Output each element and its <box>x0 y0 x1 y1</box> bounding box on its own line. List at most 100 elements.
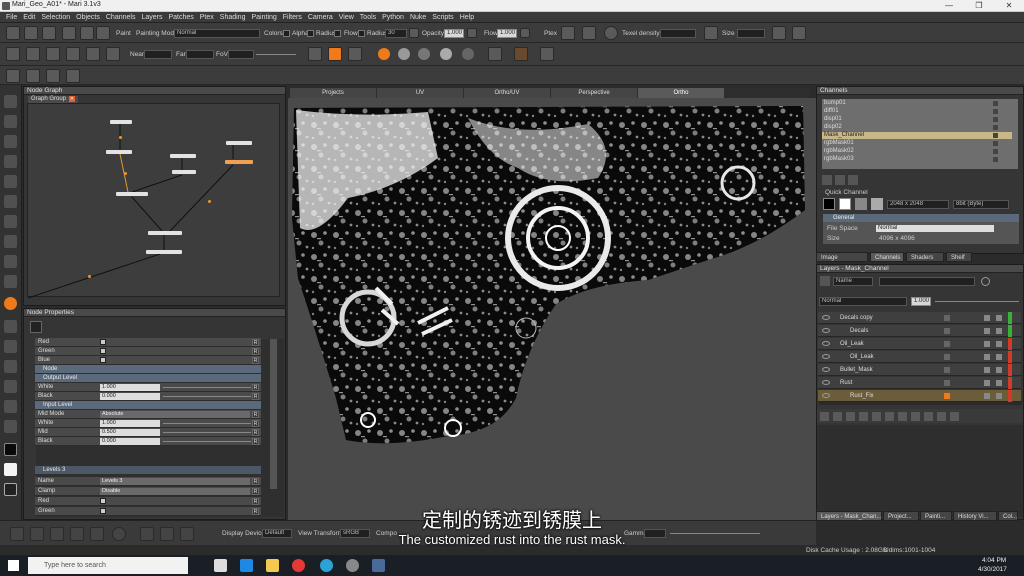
channel-resolution-select[interactable]: 2048 x 2048 <box>887 200 949 209</box>
reset-button[interactable]: R <box>252 429 259 436</box>
layer-action-icon[interactable] <box>924 412 933 421</box>
channel-lock-icon[interactable] <box>993 141 998 146</box>
opacity-pressure-icon[interactable] <box>467 28 477 38</box>
layer-action-icon[interactable] <box>937 412 946 421</box>
property-value-field[interactable]: 1.000 <box>100 384 160 391</box>
wireframe-icon[interactable] <box>488 47 502 61</box>
grid-icon[interactable] <box>46 47 60 61</box>
file-explorer-icon[interactable] <box>266 559 279 572</box>
menu-shading[interactable]: Shading <box>217 12 249 22</box>
reset-button[interactable]: R <box>252 384 259 391</box>
globe-icon[interactable] <box>604 26 618 40</box>
node-graph-canvas[interactable] <box>27 103 280 298</box>
layer-action-icon[interactable] <box>820 412 829 421</box>
alpha-checkbox[interactable] <box>307 30 314 37</box>
undo-icon[interactable] <box>80 26 94 40</box>
layer-lock-icon[interactable] <box>996 354 1002 360</box>
layer-opacity-field[interactable]: 1.000 <box>911 297 931 306</box>
quick-channel-black-swatch[interactable] <box>823 198 835 210</box>
radius-field[interactable]: 30 <box>385 29 407 38</box>
orbit-icon[interactable] <box>26 47 40 61</box>
layer-row-bullet-mask[interactable]: Bullet_Mask <box>818 364 1021 376</box>
blur-tool-icon[interactable] <box>4 275 17 288</box>
layer-action-icon[interactable] <box>872 412 881 421</box>
property-checkbox[interactable] <box>100 357 106 363</box>
paste-size-icon[interactable] <box>792 26 806 40</box>
property-checkbox[interactable] <box>100 348 106 354</box>
menu-channels[interactable]: Channels <box>103 12 139 22</box>
size-field[interactable] <box>737 29 765 38</box>
pin-tool-icon[interactable] <box>4 400 17 413</box>
snapshot-icon[interactable] <box>62 26 76 40</box>
layer-lock-icon[interactable] <box>996 380 1002 386</box>
layer-brush-icon[interactable] <box>944 315 950 321</box>
menu-ptex[interactable]: Ptex <box>197 12 217 22</box>
flow-field[interactable]: 1.000 <box>497 29 517 38</box>
reset-button[interactable]: R <box>252 339 259 346</box>
menu-file[interactable]: File <box>3 12 20 22</box>
zoom-icon[interactable] <box>86 47 100 61</box>
graph-node-merge[interactable] <box>116 192 148 196</box>
property-value-field[interactable]: 0.000 <box>100 393 160 400</box>
smudge-tool-icon[interactable] <box>4 255 17 268</box>
unproject-icon[interactable] <box>66 69 80 83</box>
layer-action-icon[interactable] <box>911 412 920 421</box>
property-section-node[interactable]: Node <box>35 365 261 373</box>
channel-item[interactable]: Mask_Channel <box>822 132 1012 139</box>
app-icon[interactable] <box>320 559 333 572</box>
menu-nuke[interactable]: Nuke <box>407 12 429 22</box>
reset-button[interactable]: R <box>252 438 259 445</box>
layer-action-icon[interactable] <box>898 412 907 421</box>
channel-lock-icon[interactable] <box>993 133 998 138</box>
color-swap-icon[interactable] <box>4 483 17 496</box>
reset-button[interactable]: R <box>252 357 259 364</box>
channel-depth-select[interactable]: 8bit (Byte) <box>953 200 1009 209</box>
layer-search-filter[interactable]: Name <box>833 277 873 286</box>
channel-item[interactable]: rgbMask02 <box>822 148 1012 155</box>
file-space-select[interactable]: Normal <box>875 224 995 233</box>
menu-edit[interactable]: Edit <box>20 12 38 22</box>
property-section-output-level[interactable]: Output Level <box>35 374 261 382</box>
right-tab-shelf[interactable]: Shelf <box>946 252 972 262</box>
menu-layers[interactable]: Layers <box>138 12 165 22</box>
fov-field[interactable] <box>228 50 254 59</box>
visibility-eye-icon[interactable] <box>822 315 830 320</box>
radius-checkbox[interactable] <box>334 30 341 37</box>
brush-tool-icon[interactable] <box>4 215 17 228</box>
painting-mode-select[interactable]: Normal <box>174 29 260 38</box>
properties-scrollbar[interactable] <box>270 339 277 489</box>
layer-action-icon[interactable] <box>859 412 868 421</box>
ptex-resolution-icon[interactable] <box>582 26 596 40</box>
select-tool-icon[interactable] <box>4 95 17 108</box>
shader-ball-4-icon[interactable] <box>462 48 474 60</box>
layer-brush-icon[interactable] <box>944 341 950 347</box>
visibility-eye-icon[interactable] <box>822 393 830 398</box>
menu-help[interactable]: Help <box>457 12 477 22</box>
menu-painting[interactable]: Painting <box>248 12 279 22</box>
blend-mode-select[interactable]: Normal <box>819 297 907 306</box>
viewport[interactable] <box>288 98 816 520</box>
menu-scripts[interactable]: Scripts <box>429 12 456 22</box>
visibility-eye-icon[interactable] <box>822 380 830 385</box>
graph-node-paint-5[interactable] <box>226 141 252 145</box>
shader-ball-active-icon[interactable] <box>378 48 390 60</box>
layer-pencil-icon[interactable] <box>984 393 990 399</box>
property-select[interactable]: Levels 3 <box>100 478 250 485</box>
layer-row-decals[interactable]: Decals <box>818 325 1021 337</box>
menu-view[interactable]: View <box>336 12 357 22</box>
layer-pencil-icon[interactable] <box>984 380 990 386</box>
project-icon[interactable] <box>46 69 60 83</box>
layer-pencil-icon[interactable] <box>984 367 990 373</box>
property-checkbox[interactable] <box>100 339 106 345</box>
channel-item[interactable]: bump01 <box>822 100 1012 107</box>
reset-button[interactable]: R <box>252 498 259 505</box>
property-slider[interactable] <box>163 387 251 388</box>
graph-node-paint-2[interactable] <box>106 150 132 154</box>
layer-lock-icon[interactable] <box>996 341 1002 347</box>
close-button[interactable]: ✕ <box>994 0 1024 12</box>
gradient-tool-icon[interactable] <box>4 360 17 373</box>
channel-item[interactable]: rgbMask01 <box>822 140 1012 147</box>
pin-properties-icon[interactable] <box>30 321 42 333</box>
shader-ball-2-icon[interactable] <box>418 48 430 60</box>
menu-tools[interactable]: Tools <box>357 12 379 22</box>
